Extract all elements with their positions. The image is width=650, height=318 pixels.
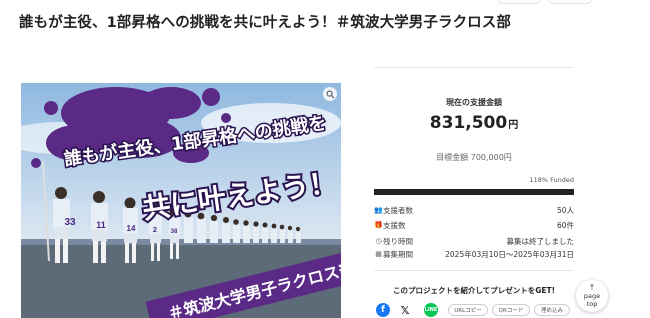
embed-button[interactable]: 埋め込み	[534, 304, 570, 316]
stat-supporters: 👥 支援者数 50人	[374, 205, 574, 216]
stat-label: 募集期間	[383, 250, 413, 259]
page-top-label-1: page	[583, 292, 601, 300]
zoom-icon[interactable]	[323, 87, 337, 101]
stat-value: 50人	[556, 206, 574, 215]
divider	[374, 270, 574, 271]
jersey-number: 14	[127, 224, 136, 233]
supporters-icon: 👥	[374, 206, 383, 214]
qr-code-button[interactable]: QRコード	[492, 304, 530, 316]
share-title: このプロジェクトを紹介してプレゼントをGET!	[392, 286, 556, 295]
currency-unit: 円	[508, 120, 519, 131]
arrow-up-icon: ↑	[588, 283, 596, 292]
share-row: f 𝕏 LINE URLコピー QRコード 埋め込み	[374, 303, 574, 317]
jersey-number: 11	[96, 220, 106, 230]
jersey-number: 38	[171, 229, 178, 235]
stat-value: 募集は終了しました	[506, 237, 575, 246]
facebook-icon[interactable]: f	[376, 303, 390, 317]
jersey-number: 33	[64, 217, 76, 228]
url-copy-button[interactable]: URLコピー	[448, 304, 488, 316]
x-icon[interactable]: 𝕏	[398, 303, 412, 317]
calendar-icon: ▦	[375, 250, 382, 258]
stat-value: 60件	[556, 221, 574, 230]
project-hero-image[interactable]: 33 11 14 2 38 誰もが主役、1部昇格への挑戦を 共に叶えよう！ ＃筑…	[21, 83, 341, 318]
current-amount-value: 831,500	[429, 113, 508, 133]
progress-bar	[374, 189, 574, 195]
stat-label: 支援者数	[383, 206, 413, 215]
stat-time-left: ◷ 残り時間 募集は終了しました	[374, 236, 574, 247]
page-top-button[interactable]: ↑ page top	[576, 280, 608, 312]
goal-amount: 目標金額 700,000円	[436, 153, 512, 162]
stat-support-count: 🎁 支援数 60件	[374, 220, 574, 231]
qr-code-label: QRコード	[498, 308, 524, 314]
line-icon[interactable]: LINE	[424, 303, 438, 317]
url-copy-label: URLコピー	[454, 308, 482, 314]
jersey-number: 2	[153, 227, 157, 234]
current-amount: 831,500円	[374, 113, 574, 133]
stat-period: ▦ 募集期間 2025年03月10日〜2025年03月31日	[374, 249, 574, 260]
page-title: 誰もが主役、1部昇格への挑戦を共に叶えよう！＃筑波大学男子ラクロス部	[19, 15, 511, 31]
stat-label: 残り時間	[383, 237, 413, 246]
clock-icon: ◷	[375, 237, 382, 245]
stat-label: 支援数	[383, 221, 406, 230]
gift-icon: 🎁	[374, 221, 383, 229]
embed-label: 埋め込み	[540, 308, 563, 314]
funded-percent: 118% Funded	[529, 176, 574, 184]
current-amount-label: 現在の支援金額	[446, 98, 502, 107]
stat-value: 2025年03月10日〜2025年03月31日	[445, 250, 574, 259]
progress-fill	[374, 189, 574, 195]
page-top-label-2: top	[586, 300, 598, 308]
top-action-button[interactable]	[548, 0, 592, 4]
top-action-button[interactable]	[497, 0, 541, 4]
divider	[374, 67, 574, 68]
